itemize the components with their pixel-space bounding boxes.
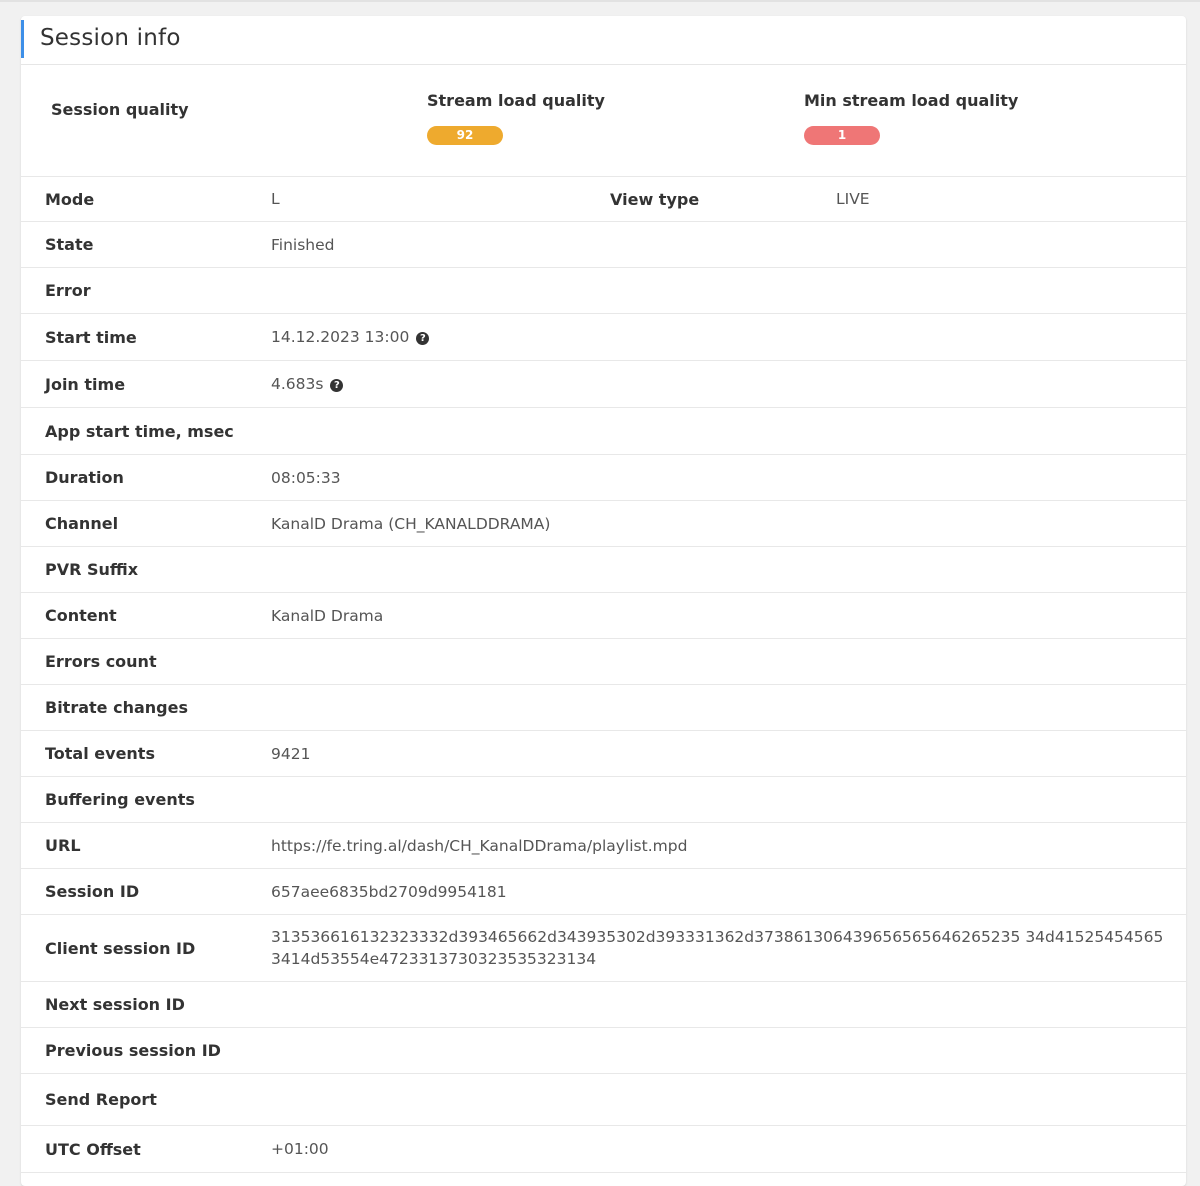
session-info-panel: Session info Session quality Stream load… [21,16,1186,1186]
min-stream-load-quality-label: Min stream load quality [804,91,1019,110]
min-stream-load-quality-badge: 1 [804,126,880,145]
url-value: https://fe.tring.al/dash/CH_KanalDDrama/… [271,836,688,855]
duration-label: Duration [45,468,124,487]
panel-header: Session info [21,16,1186,65]
url-label: URL [45,836,81,855]
session-quality-label: Session quality [51,100,189,119]
channel-label: Channel [45,514,119,533]
min-stream-load-quality: Min stream load quality 1 [804,91,1018,145]
error-label: Error [45,281,91,300]
row-total-events: Total events 9421 [21,731,1186,777]
join-time-label: Join time [45,374,126,394]
session-id-label: Session ID [45,882,140,901]
previous-session-id-label: Previous session ID [45,1041,221,1060]
next-session-id-label: Next session ID [45,995,185,1014]
row-errors-count: Errors count [21,639,1186,685]
row-state: State Finished [21,222,1186,268]
content-value: KanalD Drama [271,606,384,625]
app-start-time-label: App start time, msec [45,421,234,441]
utc-offset-value: +01:00 [271,1140,329,1158]
errors-count-label: Errors count [45,652,157,671]
stream-load-quality-label: Stream load quality [427,91,605,110]
mode-label: Mode [45,189,95,209]
view-type-value: LIVE [836,190,870,208]
pvr-suffix-label: PVR Suffix [45,560,139,579]
row-duration: Duration 08:05:33 [21,455,1186,501]
session-id-value: 657aee6835bd2709d9954181 [271,882,507,901]
row-app-start-time: App start time, msec [21,408,1186,455]
row-utc-offset: UTC Offset +01:00 [21,1126,1186,1173]
row-bitrate-changes: Bitrate changes [21,685,1186,731]
total-events-value: 9421 [271,744,311,763]
client-session-id-value: 313536616132323332d393465662d343935302d3… [271,928,1164,968]
start-time-value: 14.12.2023 13:00 [271,328,410,346]
row-join-time: Join time 4.683s? [21,361,1186,408]
stream-load-quality-badge: 92 [427,126,503,145]
top-strip [0,0,1200,2]
duration-value: 08:05:33 [271,468,341,487]
send-report-label: Send Report [45,1090,157,1109]
row-error: Error [21,268,1186,314]
stream-load-quality: Stream load quality 92 [427,91,605,145]
mode-value: L [271,190,280,208]
client-session-id-label: Client session ID [45,938,196,958]
state-label: State [45,235,94,254]
view-type-label: View type [610,189,700,209]
question-circle-icon[interactable]: ? [330,379,344,392]
start-time-label: Start time [45,327,137,347]
row-pvr-suffix: PVR Suffix [21,547,1186,593]
row-mode: Mode L View type LIVE [21,177,1186,222]
session-quality-row: Session quality Stream load quality 92 M… [21,65,1186,177]
join-time-value-wrap: 4.683s? [271,375,344,393]
buffering-events-label: Buffering events [45,790,195,809]
panel-title: Session info [40,25,181,51]
row-next-session-id: Next session ID [21,982,1186,1028]
header-accent-bar [21,20,24,58]
row-send-report: Send Report [21,1074,1186,1126]
total-events-label: Total events [45,744,155,763]
row-url: URL https://fe.tring.al/dash/CH_KanalDDr… [21,823,1186,869]
row-client-session-id: Client session ID 313536616132323332d393… [21,915,1186,982]
row-channel: Channel KanalD Drama (CH_KANALDDRAMA) [21,501,1186,547]
row-session-id: Session ID 657aee6835bd2709d9954181 [21,869,1186,915]
utc-offset-label: UTC Offset [45,1139,141,1159]
row-buffering-events: Buffering events [21,777,1186,823]
row-content: Content KanalD Drama [21,593,1186,639]
channel-value: KanalD Drama (CH_KANALDDRAMA) [271,514,551,533]
content-label: Content [45,606,117,625]
bitrate-changes-label: Bitrate changes [45,698,188,717]
row-previous-session-id: Previous session ID [21,1028,1186,1074]
start-time-value-wrap: 14.12.2023 13:00? [271,328,430,346]
join-time-value: 4.683s [271,375,324,393]
row-start-time: Start time 14.12.2023 13:00? [21,314,1186,361]
question-circle-icon[interactable]: ? [416,332,430,345]
state-value: Finished [271,235,335,254]
